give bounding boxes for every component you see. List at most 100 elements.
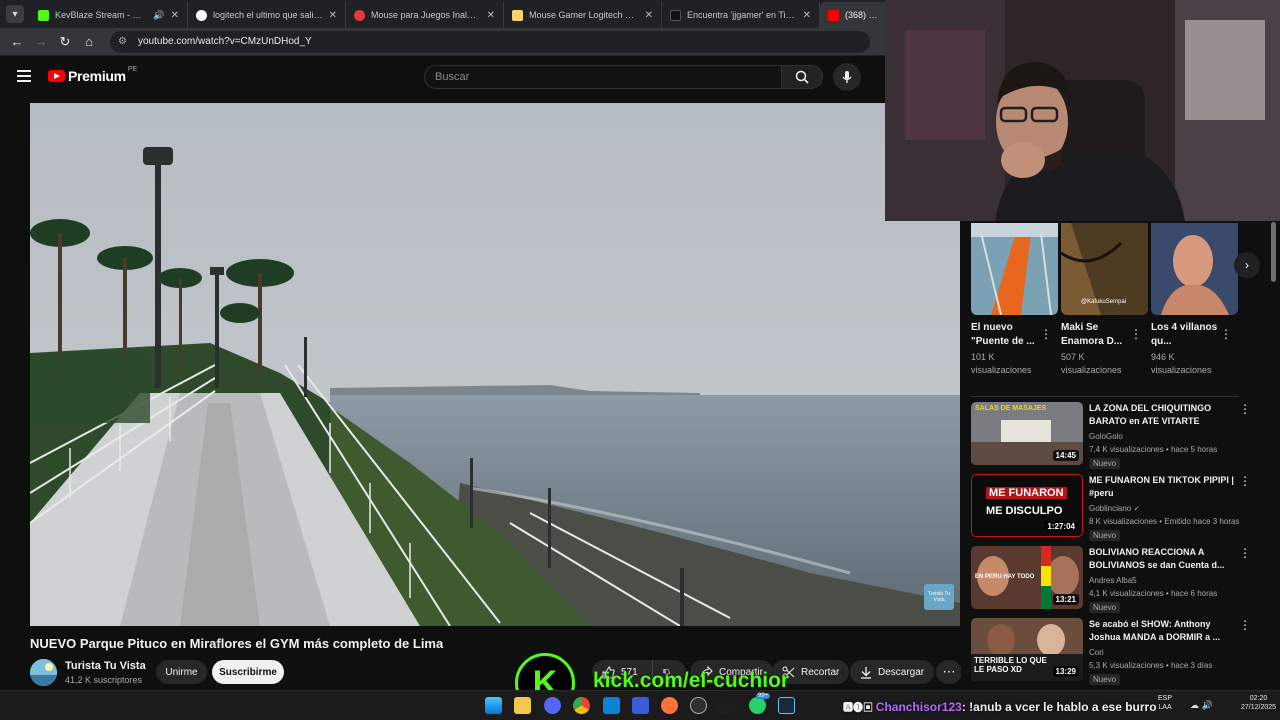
recommendation-item[interactable]: TERRIBLE LO QUE LE PASO XD 13:29 Se acab… bbox=[971, 618, 1271, 685]
tray-icons[interactable]: ☁ 🔊 bbox=[1190, 700, 1213, 711]
short-views: 507 K visualizaciones bbox=[1061, 352, 1122, 375]
forward-arrow-icon[interactable]: → bbox=[32, 33, 50, 51]
video-frame-image bbox=[30, 103, 960, 626]
short-card[interactable]: Los 4 villanos qu... 946 K visualizacion… bbox=[1151, 223, 1238, 377]
recommendation-item[interactable]: EN PERU HAY TODO 13:21 BOLIVIANO REACCIO… bbox=[971, 546, 1271, 613]
youtube-logo[interactable]: Premium PE bbox=[48, 66, 137, 84]
short-card[interactable]: @KafukuSempai Maki Se Enamora D... 507 K… bbox=[1061, 223, 1148, 377]
recommendation-thumbnail: SALAS DE MASAJES 14:45 bbox=[971, 402, 1083, 465]
reload-icon[interactable]: ↻ bbox=[56, 33, 74, 51]
recommendation-meta: 7,4 K visualizaciones • hace 5 horas bbox=[1089, 445, 1218, 454]
chrome-icon[interactable] bbox=[573, 697, 590, 714]
recommendation-item[interactable]: ME FUNARON ME DISCULPO 1:27:04 ME FUNARO… bbox=[971, 474, 1271, 541]
more-vert-icon[interactable]: ⋮ bbox=[1239, 402, 1251, 416]
tab-close-icon[interactable]: ✕ bbox=[645, 10, 653, 21]
voice-search-button[interactable] bbox=[833, 63, 861, 91]
url-text: youtube.com/watch?v=CMzUnDHod_Y bbox=[138, 36, 312, 47]
windows-start-icon[interactable] bbox=[485, 697, 502, 714]
recommendation-channel: Cori bbox=[1089, 648, 1104, 657]
site-info-icon[interactable]: ⚙ bbox=[118, 36, 130, 48]
store-favicon-icon bbox=[354, 9, 365, 21]
speaker-icon: 🔊 bbox=[153, 9, 165, 20]
browser-tab[interactable]: Mouse para Juegos Inalámbrico ✕ bbox=[346, 2, 504, 28]
firefox-icon[interactable] bbox=[661, 697, 678, 714]
search-input[interactable]: Buscar bbox=[424, 65, 782, 89]
short-views: 946 K visualizaciones bbox=[1151, 352, 1212, 375]
more-vert-icon[interactable]: ⋮ bbox=[1040, 327, 1052, 341]
search-button[interactable] bbox=[781, 65, 823, 89]
file-explorer-icon[interactable] bbox=[514, 697, 531, 714]
short-thumbnail bbox=[1151, 223, 1238, 315]
more-vert-icon[interactable]: ⋮ bbox=[1130, 327, 1142, 341]
more-vert-icon[interactable]: ⋮ bbox=[1239, 474, 1251, 488]
recommendation-meta: 4,1 K visualizaciones • hace 6 horas bbox=[1089, 589, 1218, 598]
chat-text: : !anub a vcer le hablo a ese burro bbox=[961, 700, 1157, 714]
tab-close-icon[interactable]: ✕ bbox=[171, 10, 179, 21]
store-favicon-icon bbox=[512, 9, 523, 21]
google-favicon-icon bbox=[196, 9, 207, 21]
more-vert-icon[interactable]: ⋮ bbox=[1239, 618, 1251, 632]
tiktok-favicon-icon bbox=[670, 9, 681, 21]
channel-avatar[interactable] bbox=[30, 659, 57, 686]
join-button[interactable]: Unirme bbox=[156, 660, 207, 684]
chat-username: Chanchisor123 bbox=[875, 700, 962, 714]
new-badge: Nuevo bbox=[1089, 530, 1121, 541]
webcam-overlay bbox=[885, 0, 1280, 221]
recommendation-title: ME FUNARON EN TIKTOK PIPIPI | #peru bbox=[1089, 475, 1234, 498]
clock-time: 02:20 bbox=[1249, 695, 1268, 702]
app-icon[interactable] bbox=[632, 697, 649, 714]
back-arrow-icon[interactable]: ← bbox=[8, 33, 26, 51]
clock[interactable]: 02:20 27/12/2025 bbox=[1241, 694, 1276, 712]
short-card[interactable]: El nuevo "Puente de ... 101 K visualizac… bbox=[971, 223, 1058, 377]
obs-icon[interactable] bbox=[690, 697, 707, 714]
tab-search-button[interactable]: ▾ bbox=[6, 5, 24, 23]
tab-close-icon[interactable]: ✕ bbox=[803, 10, 811, 21]
video-duration: 13:29 bbox=[1052, 666, 1079, 677]
whatsapp-icon[interactable] bbox=[749, 697, 766, 714]
channel-watermark[interactable]: Turista Tu Vista bbox=[924, 584, 954, 610]
kick-favicon-icon bbox=[38, 9, 49, 21]
short-views: 101 K visualizaciones bbox=[971, 352, 1032, 375]
channel-name[interactable]: Turista Tu Vista bbox=[65, 660, 146, 672]
steam-icon[interactable] bbox=[778, 697, 795, 714]
browser-tab[interactable]: Mouse Gamer Logitech G502 X ✕ bbox=[504, 2, 662, 28]
more-actions-button[interactable]: ⋯ bbox=[936, 660, 962, 684]
browser-tab[interactable]: Encuentra 'jjgamer' en TikTok | ✕ bbox=[662, 2, 820, 28]
thumbnail-caption: TERRIBLE LO QUE LE PASO XD bbox=[974, 656, 1047, 674]
subscribe-button[interactable]: Suscribirme bbox=[212, 660, 284, 684]
video-title: NUEVO Parque Pituco en Miraflores el GYM… bbox=[30, 636, 444, 651]
download-button[interactable]: Descargar bbox=[850, 660, 935, 684]
home-icon[interactable]: ⌂ bbox=[80, 33, 98, 51]
thumbnail-caption: ME DISCULPO bbox=[986, 505, 1063, 517]
browser-tab[interactable]: logitech el ultimo que salio mo ✕ bbox=[188, 2, 346, 28]
browser-tab-active[interactable]: (368) NUEVO bbox=[820, 2, 890, 28]
video-player[interactable]: Turista Tu Vista bbox=[30, 103, 960, 626]
tab-close-icon[interactable]: ✕ bbox=[487, 10, 495, 21]
vscode-icon[interactable] bbox=[603, 697, 620, 714]
browser-tab[interactable]: KevBlaze Stream - Watch L 🔊 ✕ bbox=[30, 2, 188, 28]
more-vert-icon[interactable]: ⋮ bbox=[1220, 327, 1232, 341]
video-duration: 1:27:04 bbox=[1044, 521, 1078, 532]
new-badge: Nuevo bbox=[1089, 602, 1121, 613]
recommendation-thumbnail: ME FUNARON ME DISCULPO 1:27:04 bbox=[971, 474, 1083, 537]
tab-close-icon[interactable]: ✕ bbox=[329, 10, 337, 21]
logo-text: Premium bbox=[68, 68, 126, 84]
video-duration: 14:45 bbox=[1052, 450, 1079, 461]
recommendation-title: BOLIVIANO REACCIONA A BOLIVIANOS se dan … bbox=[1089, 547, 1225, 570]
discord-icon[interactable] bbox=[544, 697, 561, 714]
more-vert-icon[interactable]: ⋮ bbox=[1239, 546, 1251, 560]
new-badge: Nuevo bbox=[1089, 674, 1121, 685]
thumbnail-caption: ME FUNARON bbox=[986, 487, 1067, 499]
recommendation-title: LA ZONA DEL CHIQUITINGO BARATO en ATE VI… bbox=[1089, 403, 1212, 426]
language-indicator[interactable]: ESP LAA bbox=[1158, 694, 1172, 712]
url-field[interactable]: ⚙ youtube.com/watch?v=CMzUnDHod_Y bbox=[110, 30, 870, 53]
shorts-shelf: El nuevo "Puente de ... 101 K visualizac… bbox=[971, 223, 1271, 383]
short-title: Maki Se Enamora D... bbox=[1061, 322, 1123, 347]
sidebar-scrollbar[interactable] bbox=[1271, 222, 1276, 282]
short-thumbnail-image bbox=[971, 223, 1058, 315]
shorts-next-button[interactable]: › bbox=[1234, 252, 1260, 278]
recommendation-item[interactable]: SALAS DE MASAJES 14:45 LA ZONA DEL CHIQU… bbox=[971, 402, 1271, 469]
app-icon[interactable] bbox=[719, 697, 736, 714]
youtube-play-icon bbox=[48, 70, 65, 82]
menu-icon[interactable] bbox=[17, 70, 31, 82]
